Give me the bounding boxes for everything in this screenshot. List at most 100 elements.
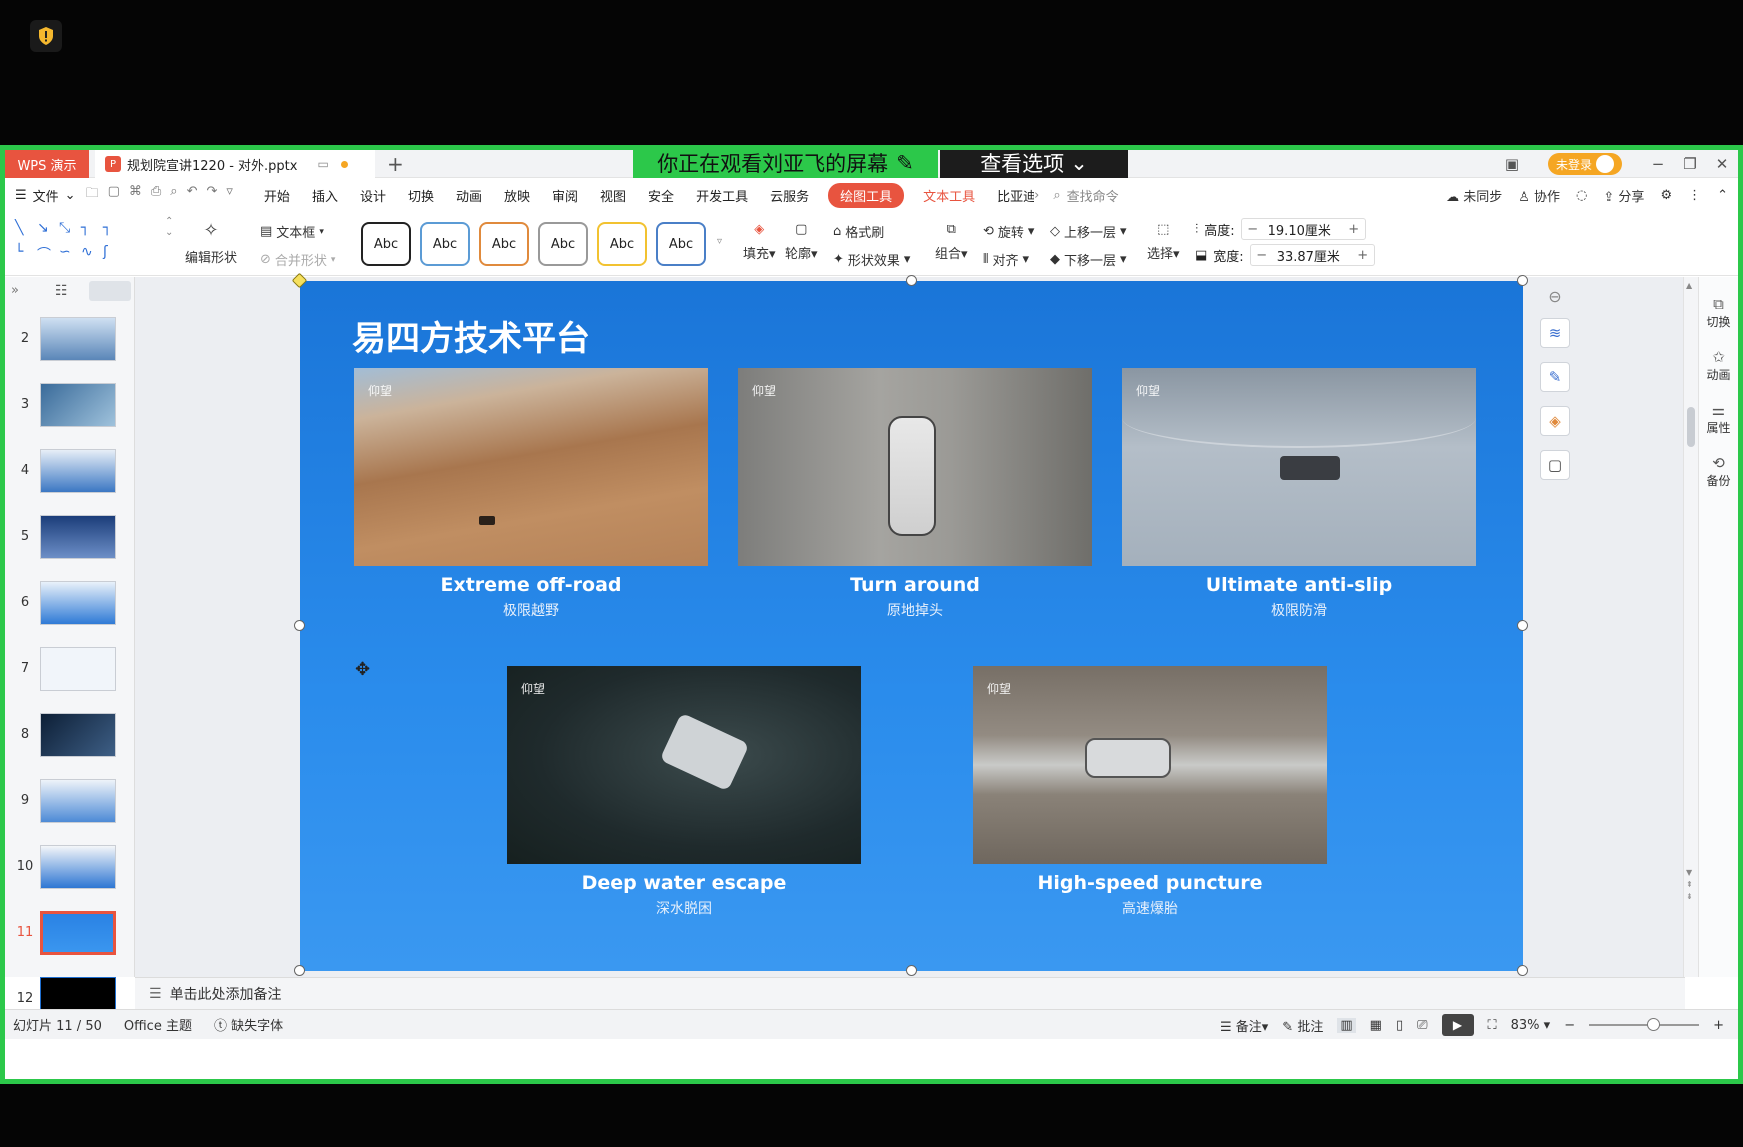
vertical-scrollbar[interactable]: ▲ ▼ ⇞ ⇟ — [1683, 277, 1699, 977]
outline-button[interactable]: ▢ 轮廓▾ — [785, 222, 818, 262]
collapse-ribbon-icon[interactable]: ⌃ — [1717, 188, 1728, 203]
thumbnail-10[interactable]: 10 — [5, 845, 135, 895]
zoom-slider-knob[interactable] — [1647, 1018, 1661, 1031]
preview-icon[interactable]: ⌕ — [170, 184, 177, 206]
shape-style-1[interactable]: Abc — [361, 222, 411, 266]
line-shapes-gallery[interactable]: ╲ ↘ ⤡ ┐ ┐ └ ⌒ ∽ ∿ ʃ — [15, 220, 125, 264]
elbow-connector-icon[interactable]: ┐ — [81, 220, 103, 236]
gallery-scroll[interactable]: ⌃ ⌄ — [165, 216, 173, 238]
new-tab-button[interactable]: + — [387, 152, 404, 176]
tab-text-tools[interactable]: 文本工具 — [912, 186, 986, 205]
notes-toggle[interactable]: ☰ 备注▾ — [1220, 1016, 1268, 1035]
chevron-right-icon[interactable]: › — [1034, 188, 1039, 203]
resize-handle-bottom-left[interactable] — [294, 965, 305, 976]
shape-style-3[interactable]: Abc — [479, 222, 529, 266]
sync-button[interactable]: ☁ 未同步 — [1446, 186, 1502, 205]
fill-bucket-icon[interactable]: ◈ — [1540, 406, 1570, 436]
zoom-in-icon[interactable]: + — [1713, 1018, 1724, 1033]
shape-style-5[interactable]: Abc — [597, 222, 647, 266]
presenter-icon[interactable]: ⎚ — [1417, 1018, 1427, 1033]
align-button[interactable]: ⫴ 对齐 ▾ — [983, 250, 1029, 269]
fit-window-icon[interactable]: ⛶ — [1488, 1018, 1497, 1033]
menu-security[interactable]: 安全 — [637, 186, 685, 205]
photo-concrete[interactable]: 仰望 — [738, 368, 1092, 566]
close-icon[interactable]: ✕ — [1706, 155, 1738, 173]
menu-home[interactable]: 开始 — [253, 186, 301, 205]
menu-review[interactable]: 审阅 — [541, 186, 589, 205]
slide-canvas[interactable]: 易四方技术平台 仰望 Extreme off-road 极限越野 仰望 Turn… — [300, 281, 1523, 971]
resize-handle-bottom[interactable] — [906, 965, 917, 976]
comments-toggle[interactable]: ✎ 批注 — [1282, 1016, 1323, 1035]
elbow-double-icon[interactable]: └ — [15, 244, 37, 264]
shape-style-4[interactable]: Abc — [538, 222, 588, 266]
card-extreme-off-road[interactable]: 仰望 Extreme off-road 极限越野 — [354, 368, 708, 620]
outline-view-icon[interactable]: ☷ — [55, 283, 68, 299]
edit-shape-button[interactable]: ✧ 编辑形状 — [185, 220, 237, 266]
menu-cloud[interactable]: 云服务 — [759, 186, 820, 205]
menu-developer[interactable]: 开发工具 — [685, 186, 759, 205]
missing-font-button[interactable]: ⓣ 缺失字体 — [214, 1015, 283, 1034]
normal-view-icon[interactable]: ▥ — [1337, 1017, 1356, 1033]
text-box-button[interactable]: ▤ 文本框 ▾ — [260, 222, 324, 241]
photo-water[interactable]: 仰望 — [507, 666, 861, 864]
more-icon[interactable]: ⋮ — [1688, 188, 1701, 203]
double-arrow-icon[interactable]: ⤡ — [59, 220, 81, 236]
slide-title[interactable]: 易四方技术平台 — [352, 311, 590, 360]
format-painter-icon[interactable]: ⌘ — [129, 184, 142, 206]
comment-icon[interactable]: ◌ — [1576, 188, 1587, 203]
restore-icon[interactable]: ❐ — [1674, 155, 1706, 173]
redo-icon[interactable]: ↷ — [206, 184, 217, 206]
curve-double-icon[interactable]: ∿ — [81, 244, 103, 264]
thumbnail-9[interactable]: 9 — [5, 779, 135, 829]
resize-handle-right[interactable] — [1517, 620, 1528, 631]
merge-shape-button[interactable]: ⊘ 合并形状 ▾ — [260, 250, 335, 269]
height-increase-button[interactable]: + — [1343, 222, 1365, 237]
curve-arrow-icon[interactable]: ∽ — [59, 244, 81, 264]
page-nav-icons[interactable]: ▼ ⇞ ⇟ — [1686, 867, 1693, 903]
photo-road[interactable]: 仰望 — [973, 666, 1327, 864]
zoom-slider[interactable] — [1589, 1018, 1700, 1031]
minimize-icon[interactable]: − — [1642, 155, 1674, 173]
pane-transition[interactable]: ⧉ 切换 — [1699, 295, 1738, 330]
pane-animation[interactable]: ✩ 动画 — [1699, 348, 1738, 383]
shape-style-2[interactable]: Abc — [420, 222, 470, 266]
shape-style-6[interactable]: Abc — [656, 222, 706, 266]
reading-view-icon[interactable]: ▯ — [1396, 1018, 1403, 1033]
resize-handle-top[interactable] — [906, 275, 917, 286]
photo-ice[interactable]: 仰望 — [1122, 368, 1476, 566]
thumbnail-6[interactable]: 6 — [5, 581, 135, 631]
layers-icon[interactable]: ≋ — [1540, 318, 1570, 348]
save-icon[interactable]: ▢ — [108, 184, 120, 206]
select-button[interactable]: ⬚ 选择▾ — [1147, 222, 1180, 262]
resize-handle-bottom-right[interactable] — [1517, 965, 1528, 976]
height-value[interactable]: 19.10厘米 — [1264, 220, 1343, 239]
pane-backup[interactable]: ⟲ 备份 — [1699, 454, 1738, 489]
width-decrease-button[interactable]: − — [1251, 248, 1273, 263]
collab-button[interactable]: ♙ 协作 — [1518, 186, 1560, 205]
line-icon[interactable]: ╲ — [15, 220, 37, 236]
wps-app-tab[interactable]: WPS 演示 — [5, 150, 89, 178]
curve-connector-icon[interactable]: ⌒ — [37, 244, 59, 264]
thumbnail-2[interactable]: 2 — [5, 317, 135, 367]
card-turn-around[interactable]: 仰望 Turn around 原地掉头 — [738, 368, 1092, 620]
login-button[interactable]: 未登录 — [1547, 153, 1622, 175]
bring-forward-button[interactable]: ◇ 上移一层 ▾ — [1050, 222, 1127, 241]
thumbnail-3[interactable]: 3 — [5, 383, 135, 433]
customize-icon[interactable]: ▿ — [226, 184, 233, 206]
view-options-button[interactable]: 查看选项 ⌄ — [940, 150, 1128, 181]
menu-design[interactable]: 设计 — [349, 186, 397, 205]
photo-desert[interactable]: 仰望 — [354, 368, 708, 566]
shield-icon[interactable] — [30, 20, 62, 52]
card-ultimate-anti-slip[interactable]: 仰望 Ultimate anti-slip 极限防滑 — [1122, 368, 1476, 620]
thumbnail-4[interactable]: 4 — [5, 449, 135, 499]
height-decrease-button[interactable]: − — [1242, 222, 1264, 237]
brush-icon[interactable]: ✎ — [1540, 362, 1570, 392]
width-value[interactable]: 33.87厘米 — [1273, 246, 1352, 265]
elbow-arrow-icon[interactable]: ┐ — [103, 220, 125, 236]
format-painter-button[interactable]: ⌂ 格式刷 — [833, 222, 884, 241]
freeform-icon[interactable]: ʃ — [103, 244, 125, 264]
thumbnail-view-icon[interactable] — [89, 281, 131, 301]
thumbnail-7[interactable]: 7 — [5, 647, 135, 697]
resize-handle-left[interactable] — [294, 620, 305, 631]
file-menu[interactable]: ☰ 文件 ⌄ — [5, 186, 86, 205]
